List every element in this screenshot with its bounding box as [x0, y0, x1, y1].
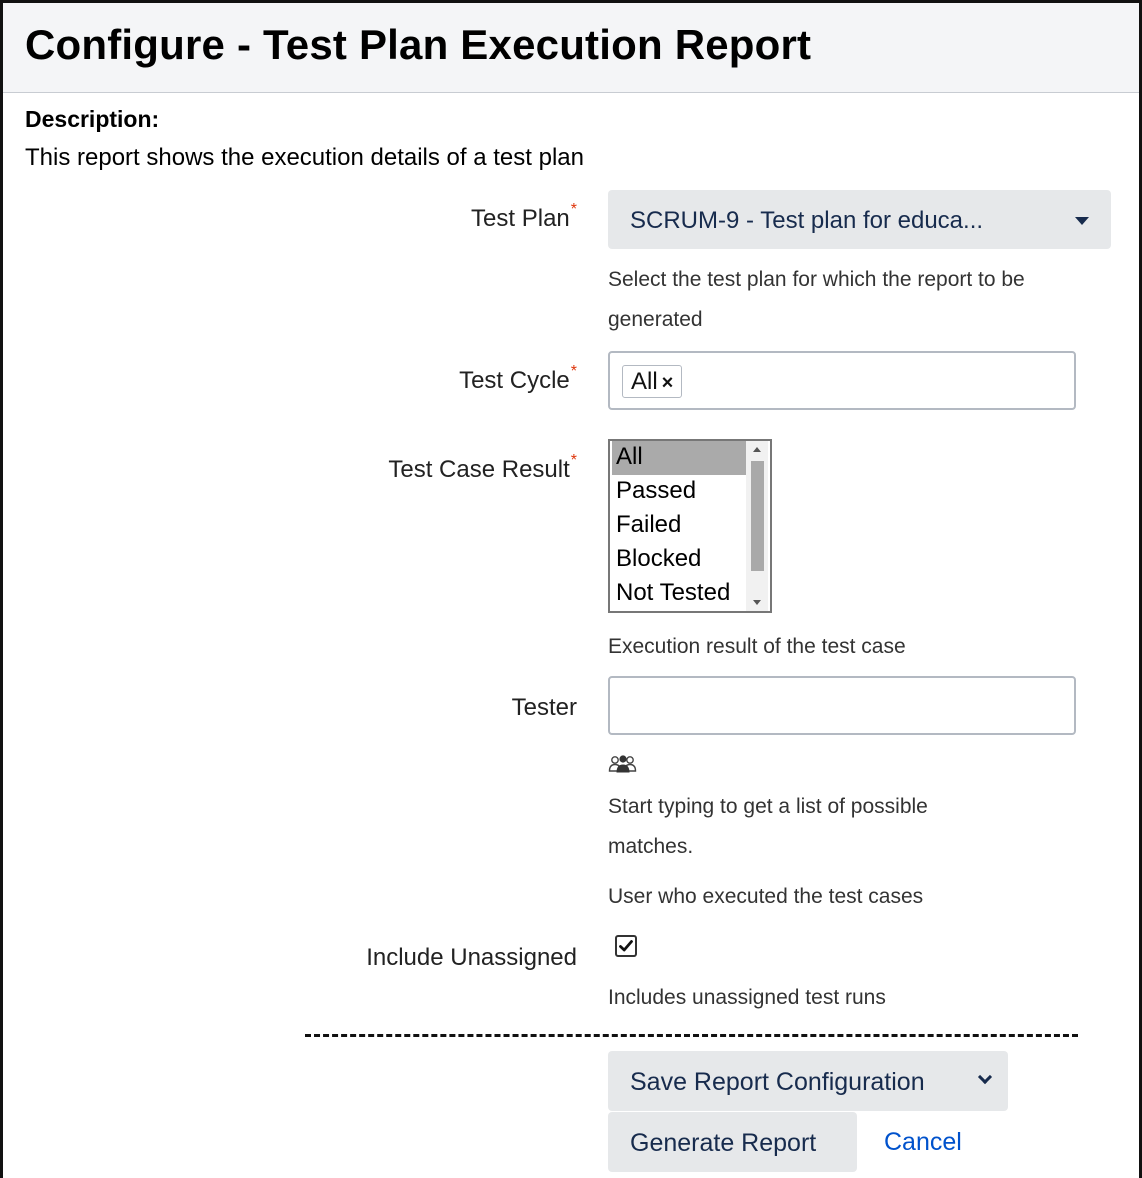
scroll-down-arrow-icon[interactable] [753, 600, 761, 605]
tester-label-text: Tester [511, 694, 577, 721]
tester-help-line2: matches. [608, 835, 694, 858]
test-plan-label: Test Plan* [471, 201, 577, 233]
window-frame [0, 0, 1142, 1178]
save-report-configuration-label: Save Report Configuration [630, 1068, 925, 1096]
test-plan-help: Select the test plan for which the repor… [608, 260, 1025, 340]
include-unassigned-checkbox[interactable] [615, 935, 637, 957]
required-marker: * [570, 201, 577, 218]
required-marker: * [570, 363, 577, 380]
listbox-scrollbar[interactable] [746, 441, 768, 611]
test-case-result-listbox[interactable]: All Passed Failed Blocked Not Tested [608, 439, 772, 613]
description-text: This report shows the execution details … [25, 144, 584, 171]
cancel-link[interactable]: Cancel [884, 1128, 962, 1157]
dialog-header: Configure - Test Plan Execution Report [3, 3, 1139, 93]
test-cycle-label: Test Cycle* [459, 363, 577, 395]
required-marker: * [570, 452, 577, 469]
tester-label: Tester [512, 694, 577, 722]
test-cycle-chip[interactable]: All × [622, 365, 683, 398]
tester-help-line1: Start typing to get a list of possible [608, 795, 928, 818]
listbox-option[interactable]: All [612, 441, 747, 475]
listbox-option[interactable]: Blocked [612, 543, 747, 577]
test-plan-help-line2: generated [608, 308, 703, 331]
test-cycle-label-text: Test Cycle [459, 367, 570, 394]
test-case-result-label: Test Case Result* [388, 452, 577, 484]
scrollbar-thumb[interactable] [751, 461, 764, 571]
tester-help: Start typing to get a list of possible m… [608, 787, 928, 867]
generate-report-label: Generate Report [630, 1129, 817, 1157]
test-plan-select[interactable]: SCRUM-9 - Test plan for educa... [608, 190, 1111, 249]
tester-input[interactable] [608, 676, 1076, 735]
test-cycle-chip-label: All [631, 368, 658, 395]
remove-chip-icon[interactable]: × [662, 372, 674, 394]
generate-report-button[interactable]: Generate Report [608, 1112, 857, 1172]
include-unassigned-label-text: Include Unassigned [366, 944, 577, 971]
listbox-option[interactable]: Not Tested [612, 577, 747, 611]
tester-description: User who executed the test cases [608, 885, 924, 908]
include-unassigned-label: Include Unassigned [366, 944, 577, 972]
include-unassigned-help: Includes unassigned test runs [608, 986, 886, 1009]
caret-down-icon [1075, 217, 1089, 225]
test-plan-help-line1: Select the test plan for which the repor… [608, 268, 1025, 291]
dashed-divider [305, 1034, 1078, 1037]
chevron-down-icon [977, 1069, 993, 1085]
test-case-result-help: Execution result of the test case [608, 635, 906, 658]
page-title: Configure - Test Plan Execution Report [25, 21, 812, 68]
test-case-result-label-text: Test Case Result [388, 456, 570, 483]
test-plan-label-text: Test Plan [471, 205, 570, 232]
description-label: Description: [25, 106, 160, 132]
scroll-up-arrow-icon[interactable] [753, 447, 761, 452]
save-report-configuration-button[interactable]: Save Report Configuration [608, 1051, 1008, 1111]
test-cycle-multiselect[interactable]: All × [608, 351, 1076, 410]
users-icon[interactable] [608, 754, 638, 774]
checkmark-icon [619, 940, 633, 952]
listbox-option[interactable]: Passed [612, 475, 747, 509]
listbox-option[interactable]: Failed [612, 509, 747, 543]
test-plan-selected-value: SCRUM-9 - Test plan for educa... [630, 207, 984, 234]
